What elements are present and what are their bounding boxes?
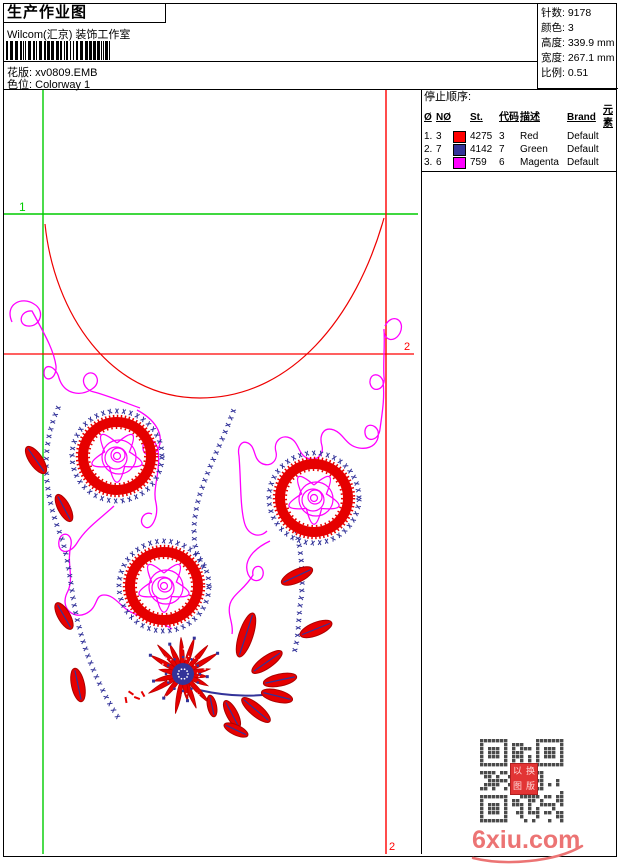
barcode bbox=[6, 41, 114, 60]
table-cell: 3 bbox=[436, 130, 453, 143]
thread-color-swatch bbox=[453, 144, 466, 156]
stat-row: 针数: 9178 bbox=[541, 6, 618, 21]
table-cell: Default bbox=[567, 156, 603, 169]
page-title: 生产作业图 bbox=[4, 4, 166, 23]
table-cell: 6 bbox=[499, 156, 520, 169]
design-canvas: 1 2 2 bbox=[4, 90, 421, 854]
table-cell: Green bbox=[520, 143, 567, 156]
rosette-flowers bbox=[69, 409, 361, 634]
production-worksheet: { "header": { "title": "生产作业图", "subtitl… bbox=[0, 0, 620, 860]
column-header: Brand bbox=[567, 111, 603, 124]
column-header: 元素 bbox=[603, 104, 617, 130]
stamp-char: 换 bbox=[524, 764, 537, 779]
column-header: 代码 bbox=[499, 111, 520, 124]
stamp-char: 版 bbox=[524, 779, 537, 794]
header: 生产作业图 Wilcom(汇京) 装饰工作室 花版: xv0809.EMB 色位… bbox=[4, 4, 616, 90]
stat-row: 宽度: 267.1 mm bbox=[541, 51, 618, 66]
column-header: 描述 bbox=[520, 111, 567, 124]
table-cell: 7 bbox=[499, 143, 520, 156]
table-row: 1.342753RedDefault bbox=[424, 130, 617, 143]
table-cell: Default bbox=[567, 143, 603, 156]
embroidery-design: 1 2 2 bbox=[4, 90, 421, 854]
header-divider bbox=[4, 61, 537, 62]
table-cell: 7 bbox=[436, 143, 453, 156]
column-header: NØ bbox=[436, 111, 453, 124]
worksheet-page: 生产作业图 Wilcom(汇京) 装饰工作室 花版: xv0809.EMB 色位… bbox=[3, 3, 617, 857]
table-cell: Magenta bbox=[520, 156, 567, 169]
chrysanthemum-flower bbox=[125, 611, 297, 740]
stat-row: 高度: 339.9 mm bbox=[541, 36, 618, 51]
table-cell: Default bbox=[567, 130, 603, 143]
stop-sequence-title: 停止顺序: bbox=[424, 91, 617, 104]
table-cell: 4142 bbox=[470, 143, 499, 156]
magenta-runstitch bbox=[10, 301, 401, 634]
software-name: Wilcom(汇京) 装饰工作室 bbox=[7, 26, 130, 42]
table-cell: 3. bbox=[424, 156, 436, 169]
guide-label-2-bottom: 2 bbox=[389, 841, 395, 853]
watermark-stamp: 以换图版 bbox=[510, 763, 538, 795]
table-cell: 759 bbox=[470, 156, 499, 169]
stop-sequence-table: 停止顺序: ØNØSt.代码描述Brand元素 1.342753RedDefau… bbox=[422, 90, 617, 172]
guide-label-2-mid: 2 bbox=[404, 341, 410, 353]
design-stats: 针数: 9178颜色: 3高度: 339.9 mm宽度: 267.1 mm比例:… bbox=[537, 4, 618, 89]
column-header: St. bbox=[470, 111, 499, 124]
neckline-curve bbox=[45, 218, 384, 398]
table-cell: 4275 bbox=[470, 130, 499, 143]
table-cell: 1. bbox=[424, 130, 436, 143]
table-row: 2.741427GreenDefault bbox=[424, 143, 617, 156]
guide-label-1: 1 bbox=[19, 200, 26, 214]
stamp-char: 以 bbox=[511, 764, 524, 779]
table-cell: Red bbox=[520, 130, 567, 143]
watermark-text: 6xiu.com bbox=[472, 826, 580, 855]
thread-color-swatch bbox=[453, 131, 466, 143]
right-panel: 停止顺序: ØNØSt.代码描述Brand元素 1.342753RedDefau… bbox=[421, 90, 615, 854]
table-row: 3.67596MagentaDefault bbox=[424, 156, 617, 169]
thread-color-swatch bbox=[453, 157, 466, 169]
stop-sequence-header: ØNØ St.代码描述Brand元素 bbox=[424, 104, 617, 130]
stamp-char: 图 bbox=[511, 779, 524, 794]
table-cell: 6 bbox=[436, 156, 453, 169]
table-cell: 2. bbox=[424, 143, 436, 156]
stop-sequence-rows: 1.342753RedDefault2.741427GreenDefault3.… bbox=[424, 130, 617, 169]
stat-row: 比例: 0.51 bbox=[541, 66, 618, 81]
column-header: Ø bbox=[424, 111, 436, 124]
stat-row: 颜色: 3 bbox=[541, 21, 618, 36]
table-cell: 3 bbox=[499, 130, 520, 143]
main-area: 1 2 2 bbox=[4, 90, 616, 854]
